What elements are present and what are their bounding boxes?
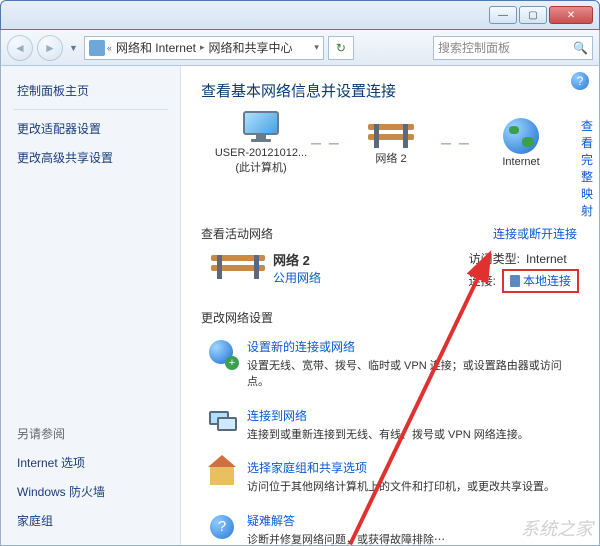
network-name-label: 网络 2 xyxy=(375,150,406,166)
history-dropdown-icon[interactable]: ▼ xyxy=(67,43,80,53)
chevron-right-icon: « xyxy=(107,43,112,53)
minimize-button[interactable]: — xyxy=(489,6,517,24)
pc-name-label: USER-2012101​2... xyxy=(215,147,307,159)
address-breadcrumb[interactable]: « 网络和 Internet ▸ 网络和共享中心 ▾ xyxy=(84,36,324,60)
task-title[interactable]: 连接到网络 xyxy=(247,407,529,424)
task-troubleshoot[interactable]: ? 疑难解答 诊断并修复网络问题，或获得故障排除⋯ xyxy=(201,506,579,546)
network-diagram: USER-2012101​2... (此计算机) ─ ─ 网络 2 ─ ─ In… xyxy=(201,111,581,181)
active-network-name: 网络 2 xyxy=(273,250,321,269)
sidebar-advanced-link[interactable]: 更改高级共享设置 xyxy=(1,143,180,172)
window-titlebar: — ▢ ✕ xyxy=(0,0,600,30)
node-this-pc: USER-2012101​2... (此计算机) xyxy=(211,111,311,175)
node-internet: Internet xyxy=(471,118,571,168)
task-title[interactable]: 选择家庭组和共享选项 xyxy=(247,459,555,476)
connection-line-icon: ─ ─ xyxy=(311,135,341,151)
pc-sub-label: (此计算机) xyxy=(235,159,286,175)
home-icon xyxy=(210,465,234,485)
task-connect-network[interactable]: 连接到网络 连接到或重新连接到无线、有线、拨号或 VPN 网络连接。 xyxy=(201,401,579,454)
sidebar-home-link[interactable]: 控制面板主页 xyxy=(1,76,180,105)
sidebar: 控制面板主页 更改适配器设置 更改高级共享设置 另请参阅 Internet 选项… xyxy=(1,66,181,545)
task-list: + 设置新的连接或网络 设置无线、宽带、拨号、临时或 VPN 连接；或设置路由器… xyxy=(201,332,579,546)
refresh-button[interactable]: ↻ xyxy=(328,36,354,60)
internet-label: Internet xyxy=(502,156,539,168)
sidebar-homegroup-link[interactable]: 家庭组 xyxy=(1,506,180,535)
task-desc: 诊断并修复网络问题，或获得故障排除⋯ xyxy=(247,532,445,546)
sidebar-ie-link[interactable]: Internet 选项 xyxy=(1,448,180,477)
connection-line-icon: ─ ─ xyxy=(441,135,471,151)
page-title: 查看基本网络信息并设置连接 xyxy=(201,80,579,101)
active-networks-heading: 查看活动网络 xyxy=(201,225,273,242)
control-panel-icon xyxy=(89,40,105,56)
sidebar-see-also-label: 另请参阅 xyxy=(1,419,180,448)
breadcrumb-seg-2[interactable]: 网络和共享中心 xyxy=(207,39,295,56)
breadcrumb-seg-1[interactable]: 网络和 Internet xyxy=(114,39,198,56)
local-connection-link[interactable]: 本地连接 xyxy=(510,272,571,289)
help-icon[interactable]: ? xyxy=(571,72,589,90)
task-desc: 连接到或重新连接到无线、有线、拨号或 VPN 网络连接。 xyxy=(247,427,529,444)
sidebar-adapter-link[interactable]: 更改适配器设置 xyxy=(1,114,180,143)
back-button[interactable]: ◄ xyxy=(7,35,33,61)
task-desc: 设置无线、宽带、拨号、临时或 VPN 连接；或设置路由器或访问点。 xyxy=(247,358,577,391)
monitor-icon xyxy=(217,417,237,431)
maximize-button[interactable]: ▢ xyxy=(519,6,547,24)
forward-button[interactable]: ► xyxy=(37,35,63,61)
close-button[interactable]: ✕ xyxy=(549,6,593,24)
task-title[interactable]: 疑难解答 xyxy=(247,512,445,529)
main-content: ? 查看基本网络信息并设置连接 USER-2012101​2... (此计算机)… xyxy=(181,66,599,545)
task-homegroup-sharing[interactable]: 选择家庭组和共享选项 访问位于其他网络计算机上的文件和打印机，或更改共享设置。 xyxy=(201,453,579,506)
view-full-map-link[interactable]: 查看完整映射 xyxy=(581,111,593,219)
access-type-value: Internet xyxy=(526,252,567,266)
node-network: 网络 2 xyxy=(341,120,441,166)
question-icon: ? xyxy=(210,515,234,539)
bench-icon xyxy=(368,120,414,148)
search-placeholder: 搜索控制面板 xyxy=(438,39,510,56)
task-desc: 访问位于其他网络计算机上的文件和打印机，或更改共享设置。 xyxy=(247,479,555,496)
search-icon: 🔍 xyxy=(573,41,588,55)
plus-icon: + xyxy=(225,356,239,370)
divider xyxy=(13,109,168,110)
active-network-panel: 网络 2 公用网络 访问类型: Internet 连接: 本地连接 xyxy=(211,250,579,295)
connection-label: 连接: xyxy=(469,272,496,289)
nav-toolbar: ◄ ► ▼ « 网络和 Internet ▸ 网络和共享中心 ▾ ↻ 搜索控制面… xyxy=(0,30,600,66)
connection-callout: 本地连接 xyxy=(502,269,579,293)
bench-icon xyxy=(211,251,265,285)
sidebar-firewall-link[interactable]: Windows 防火墙 xyxy=(1,477,180,506)
adapter-icon xyxy=(510,275,520,287)
chevron-right-icon: ▸ xyxy=(200,42,205,53)
connection-value: 本地连接 xyxy=(523,272,571,289)
connect-disconnect-link[interactable]: 连接或断开连接 xyxy=(493,225,577,242)
globe-icon xyxy=(503,118,539,154)
network-type-link[interactable]: 公用网络 xyxy=(273,269,321,286)
access-type-label: 访问类型: xyxy=(469,250,520,267)
change-settings-heading: 更改网络设置 xyxy=(201,309,579,326)
chevron-down-icon[interactable]: ▾ xyxy=(314,42,319,53)
search-input[interactable]: 搜索控制面板 🔍 xyxy=(433,36,593,60)
pc-icon xyxy=(241,111,281,145)
task-setup-connection[interactable]: + 设置新的连接或网络 设置无线、宽带、拨号、临时或 VPN 连接；或设置路由器… xyxy=(201,332,579,401)
task-title[interactable]: 设置新的连接或网络 xyxy=(247,338,577,355)
